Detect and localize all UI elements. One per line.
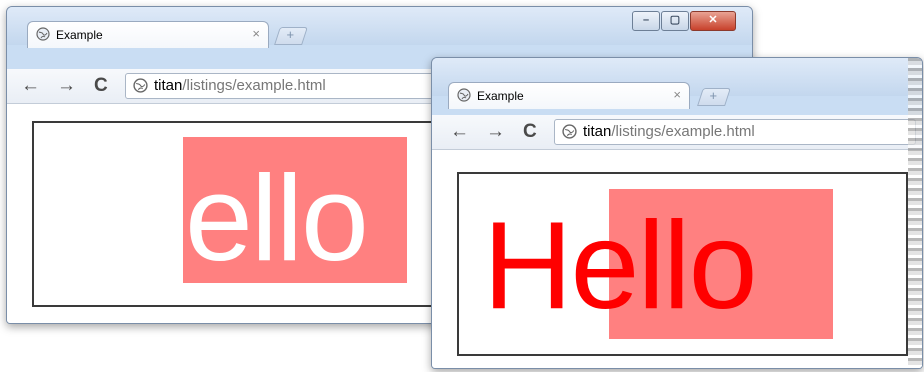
page-content-box: Hello bbox=[457, 172, 908, 356]
globe-icon bbox=[562, 124, 577, 139]
tab-close-icon[interactable]: × bbox=[252, 26, 260, 41]
hello-text: Hello bbox=[483, 197, 758, 335]
url-path: /listings/example.html bbox=[182, 77, 326, 94]
globe-icon bbox=[457, 88, 471, 102]
forward-button[interactable]: → bbox=[57, 75, 76, 97]
page-viewport: Hello bbox=[432, 150, 922, 368]
tab-example[interactable]: Example × bbox=[448, 82, 690, 109]
forward-button[interactable]: → bbox=[486, 121, 505, 143]
browser-window-front: Example × + ← → C titan/listings/example… bbox=[431, 57, 923, 369]
url-host: titan bbox=[154, 77, 183, 94]
back-button[interactable]: ← bbox=[450, 121, 469, 143]
close-window-button[interactable]: ✕ bbox=[690, 11, 736, 31]
globe-icon bbox=[133, 78, 148, 93]
reload-button[interactable]: C bbox=[94, 75, 108, 97]
minimize-button[interactable]: – bbox=[632, 11, 660, 31]
tab-example[interactable]: Example × bbox=[27, 21, 269, 48]
new-tab-icon: + bbox=[709, 88, 718, 103]
hello-text-clipped: ello bbox=[185, 150, 369, 286]
globe-icon bbox=[36, 27, 50, 41]
maximize-icon: ▢ bbox=[669, 14, 681, 26]
url-text: titan/listings/example.html bbox=[154, 77, 326, 94]
tab-title: Example bbox=[56, 28, 103, 42]
reload-button[interactable]: C bbox=[523, 121, 537, 143]
new-tab-button[interactable]: + bbox=[274, 27, 308, 45]
maximize-button[interactable]: ▢ bbox=[661, 11, 689, 31]
new-tab-icon: + bbox=[286, 27, 295, 42]
url-host: titan bbox=[583, 123, 612, 140]
back-button[interactable]: ← bbox=[21, 75, 40, 97]
url-path: /listings/example.html bbox=[611, 123, 755, 140]
close-icon: ✕ bbox=[708, 14, 718, 26]
toolbar: ← → C titan/listings/example.html bbox=[432, 115, 922, 150]
new-tab-button[interactable]: + bbox=[697, 88, 731, 106]
url-text: titan/listings/example.html bbox=[583, 123, 755, 140]
minimize-icon: – bbox=[642, 14, 650, 26]
address-bar[interactable]: titan/listings/example.html bbox=[554, 119, 916, 145]
tab-close-icon[interactable]: × bbox=[673, 87, 681, 102]
torn-edge bbox=[908, 58, 922, 368]
tab-title: Example bbox=[477, 89, 524, 103]
